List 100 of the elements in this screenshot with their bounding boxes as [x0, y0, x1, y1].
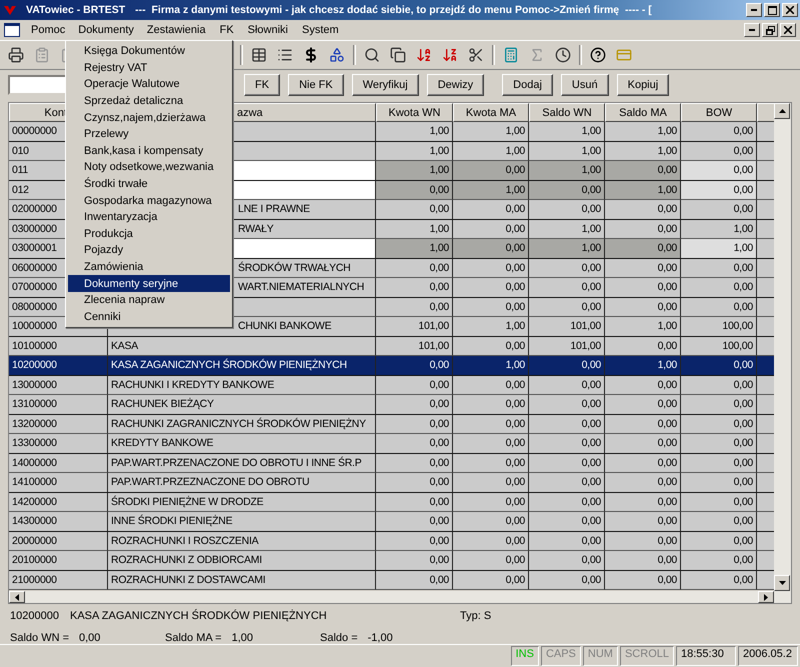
- table-cell: 0,00: [605, 434, 681, 454]
- table-cell: 14300000: [9, 512, 108, 532]
- toolbar-button[interactable]: Usuń: [560, 74, 609, 96]
- table-cell: 0,00: [681, 492, 757, 512]
- toolbar-button[interactable]: Kopiuj: [616, 74, 670, 96]
- sort-descending-icon[interactable]: [442, 47, 458, 63]
- table-cell: 0,00: [681, 142, 757, 161]
- table-cell: 0,00: [376, 180, 453, 200]
- sort-ascending-icon[interactable]: [416, 47, 432, 63]
- list-icon[interactable]: [277, 47, 293, 63]
- scroll-left-button[interactable]: [9, 591, 25, 603]
- close-button[interactable]: [780, 23, 796, 37]
- table-cell: 0,00: [605, 512, 681, 532]
- table-cell: [757, 492, 774, 512]
- table-cell: [757, 142, 774, 161]
- table-cell: 0,00: [529, 512, 605, 532]
- menu-item[interactable]: Operacje Walutowe: [68, 76, 230, 93]
- toolbar-button[interactable]: Dewizy: [426, 74, 484, 96]
- table-cell: 20100000: [9, 551, 108, 570]
- table-cell: 0,00: [453, 532, 529, 551]
- minimize-button[interactable]: [744, 23, 760, 37]
- account-code: 10200000: [10, 610, 60, 622]
- table-cell: 10200000: [9, 356, 108, 376]
- table-cell: 0,00: [681, 122, 757, 142]
- status-indicator: INS: [510, 646, 539, 666]
- column-header[interactable]: Kwota WN: [376, 103, 453, 122]
- toolbar-button[interactable]: Dodaj: [502, 74, 553, 96]
- help-icon[interactable]: [590, 47, 606, 63]
- sum-value: 1,00: [232, 632, 253, 644]
- sum-label: Saldo WN =: [10, 632, 69, 644]
- copy-icon[interactable]: [390, 47, 406, 63]
- table-cell: 1,00: [376, 239, 453, 258]
- minimize-button[interactable]: [746, 3, 762, 17]
- table-cell: 0,00: [605, 161, 681, 180]
- menu-item[interactable]: Dokumenty: [72, 22, 140, 38]
- table-cell: 1,00: [529, 122, 605, 142]
- shapes-icon[interactable]: [329, 47, 345, 63]
- table-cell: [757, 434, 774, 454]
- table-cell: 0,00: [453, 239, 529, 258]
- column-header[interactable]: Kwota MA: [453, 103, 529, 122]
- menu-item[interactable]: FK: [212, 21, 241, 39]
- table-cell: 0,00: [376, 200, 453, 220]
- table-cell: [757, 336, 774, 356]
- toolbar-button[interactable]: FK: [244, 74, 280, 96]
- menu-item[interactable]: Rejestry VAT: [68, 60, 230, 76]
- maximize-button[interactable]: [764, 3, 780, 17]
- table-cell: 0,00: [376, 454, 453, 473]
- menu-item[interactable]: Słowniki: [240, 21, 296, 39]
- table-cell: 1,00: [529, 142, 605, 161]
- table-cell: 0,00: [453, 492, 529, 512]
- status-indicator: CAPS: [540, 646, 581, 666]
- table-cell: [757, 454, 774, 473]
- close-icon: [784, 26, 792, 34]
- table-cell: RACHUNKI ZAGRANICZNYCH ŚRODKÓW PIENIĘŻNY: [108, 414, 376, 434]
- column-header[interactable]: Saldo WN: [529, 103, 605, 122]
- printer-icon[interactable]: [8, 47, 24, 63]
- table-cell: 0,00: [529, 200, 605, 220]
- toolbar-button[interactable]: Nie FK: [288, 74, 344, 96]
- menu-item[interactable]: System: [295, 21, 346, 39]
- column-header[interactable]: BOW: [681, 103, 757, 122]
- dollar-icon[interactable]: [303, 47, 319, 63]
- table-cell: 0,00: [681, 532, 757, 551]
- table-cell: 0,00: [681, 434, 757, 454]
- column-header[interactable]: Saldo MA: [605, 103, 681, 122]
- table-cell: 0,00: [529, 434, 605, 454]
- table-cell: 0,00: [681, 414, 757, 434]
- search-field[interactable]: [8, 75, 68, 95]
- right-arrow-icon: [764, 594, 768, 600]
- scroll-down-button[interactable]: [774, 575, 790, 591]
- scissors-icon[interactable]: [468, 47, 484, 63]
- toolbar-button[interactable]: Weryfikuj: [352, 74, 419, 96]
- scroll-up-button[interactable]: [774, 103, 790, 119]
- sum-label: Saldo =: [320, 632, 358, 644]
- table-cell: 1,00: [529, 161, 605, 180]
- table-cell: [757, 220, 774, 239]
- menu-item[interactable]: Pomoc: [24, 21, 72, 39]
- document-window-icon[interactable]: [4, 23, 20, 37]
- table-cell: 0,00: [376, 376, 453, 395]
- table-cell: 100,00: [681, 317, 757, 336]
- table-icon[interactable]: [251, 47, 267, 63]
- calculator-icon[interactable]: [503, 47, 519, 63]
- menu-item[interactable]: Zestawienia: [140, 21, 213, 39]
- menu-item[interactable]: Księga Dokumentów: [68, 43, 230, 60]
- table-cell: 1,00: [529, 239, 605, 258]
- table-cell: [757, 258, 774, 278]
- close-button[interactable]: [782, 3, 798, 17]
- table-cell: 20000000: [9, 532, 108, 551]
- restore-icon: [766, 26, 774, 34]
- search-icon[interactable]: [364, 47, 380, 63]
- menu-item[interactable]: Dokumenty seryjne: [68, 275, 230, 292]
- clock-icon[interactable]: [555, 47, 571, 63]
- column-header[interactable]: [757, 103, 774, 122]
- table-cell: 100,00: [681, 336, 757, 356]
- table-cell: 0,00: [376, 395, 453, 414]
- table-cell: PAP.WART.PRZENACZONE DO OBROTU I INNE ŚR.P: [108, 454, 376, 473]
- restore-button[interactable]: [762, 23, 778, 37]
- scroll-right-button[interactable]: [758, 591, 774, 603]
- table-cell: 0,00: [376, 551, 453, 570]
- clipboard-icon[interactable]: [34, 47, 50, 63]
- table-cell: [757, 414, 774, 434]
